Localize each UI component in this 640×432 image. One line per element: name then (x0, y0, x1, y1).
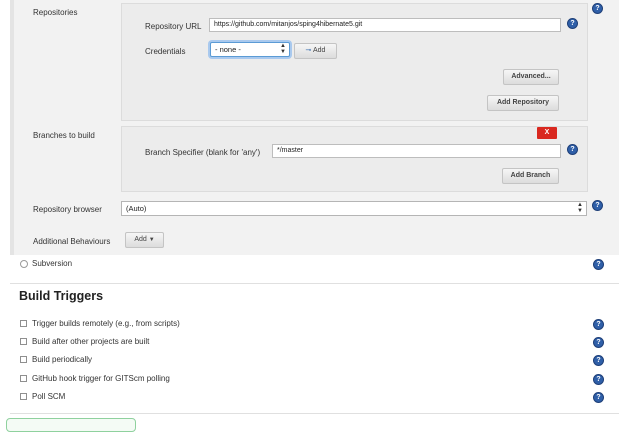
add-credentials-button[interactable]: ⊸ Add (294, 43, 337, 59)
repository-browser-value: (Auto) (126, 204, 147, 213)
repository-url-input[interactable]: https://github.com/mitanjos/sping4hibern… (209, 18, 561, 32)
credentials-select[interactable]: - none - ▲ ▼ (210, 42, 290, 57)
build-triggers-heading: Build Triggers (19, 289, 104, 303)
poll-scm-label: Poll SCM (32, 392, 66, 401)
repository-url-help-icon[interactable]: ? (567, 18, 578, 29)
key-icon: ⊸ (305, 47, 312, 54)
repository-url-label: Repository URL (145, 22, 202, 31)
select-arrows-icon: ▲ ▼ (577, 202, 583, 214)
trigger-remotely-label: Trigger builds remotely (e.g., from scri… (32, 319, 180, 328)
advanced-button[interactable]: Advanced... (503, 69, 559, 85)
credentials-label: Credentials (145, 47, 186, 56)
subversion-label: Subversion (32, 259, 73, 268)
additional-behaviours-label: Additional Behaviours (33, 237, 111, 246)
subversion-help-icon[interactable]: ? (593, 259, 604, 270)
github-hook-label: GitHub hook trigger for GITScm polling (32, 374, 170, 383)
repositories-help-icon[interactable]: ? (592, 3, 603, 14)
add-behaviour-label: Add (134, 236, 147, 243)
build-periodically-checkbox[interactable] (20, 356, 27, 363)
section-divider (10, 413, 619, 414)
add-repository-button[interactable]: Add Repository (487, 95, 559, 111)
repository-browser-label: Repository browser (33, 205, 102, 214)
delete-branch-button[interactable]: X (537, 127, 557, 139)
branch-specifier-label: Branch Specifier (blank for 'any') (145, 148, 261, 157)
branch-specifier-input[interactable]: */master (272, 144, 561, 158)
branches-to-build-label: Branches to build (33, 131, 95, 140)
subversion-radio[interactable] (20, 260, 28, 268)
section-indent-bar (10, 0, 14, 255)
repository-browser-help-icon[interactable]: ? (592, 200, 603, 211)
build-periodically-label: Build periodically (32, 355, 93, 364)
build-environment-tab[interactable] (6, 418, 136, 432)
poll-scm-checkbox[interactable] (20, 393, 27, 400)
build-periodically-help-icon[interactable]: ? (593, 355, 604, 366)
repository-browser-select[interactable]: (Auto) ▲ ▼ (121, 201, 587, 216)
poll-scm-help-icon[interactable]: ? (593, 392, 604, 403)
select-arrows-icon: ▲ ▼ (280, 43, 286, 55)
add-branch-button[interactable]: Add Branch (502, 168, 559, 184)
chevron-down-icon: ▼ (148, 237, 155, 243)
credentials-select-value: - none - (215, 45, 241, 54)
branch-specifier-help-icon[interactable]: ? (567, 144, 578, 155)
repositories-label: Repositories (33, 8, 78, 17)
build-after-help-icon[interactable]: ? (593, 337, 604, 348)
build-after-checkbox[interactable] (20, 338, 27, 345)
trigger-remotely-checkbox[interactable] (20, 320, 27, 327)
add-credentials-label: Add (312, 47, 326, 54)
section-divider (10, 283, 619, 284)
build-after-label: Build after other projects are built (32, 337, 150, 346)
add-behaviour-button[interactable]: Add ▼ (125, 232, 164, 248)
github-hook-help-icon[interactable]: ? (593, 374, 604, 385)
trigger-remotely-help-icon[interactable]: ? (593, 319, 604, 330)
github-hook-checkbox[interactable] (20, 375, 27, 382)
